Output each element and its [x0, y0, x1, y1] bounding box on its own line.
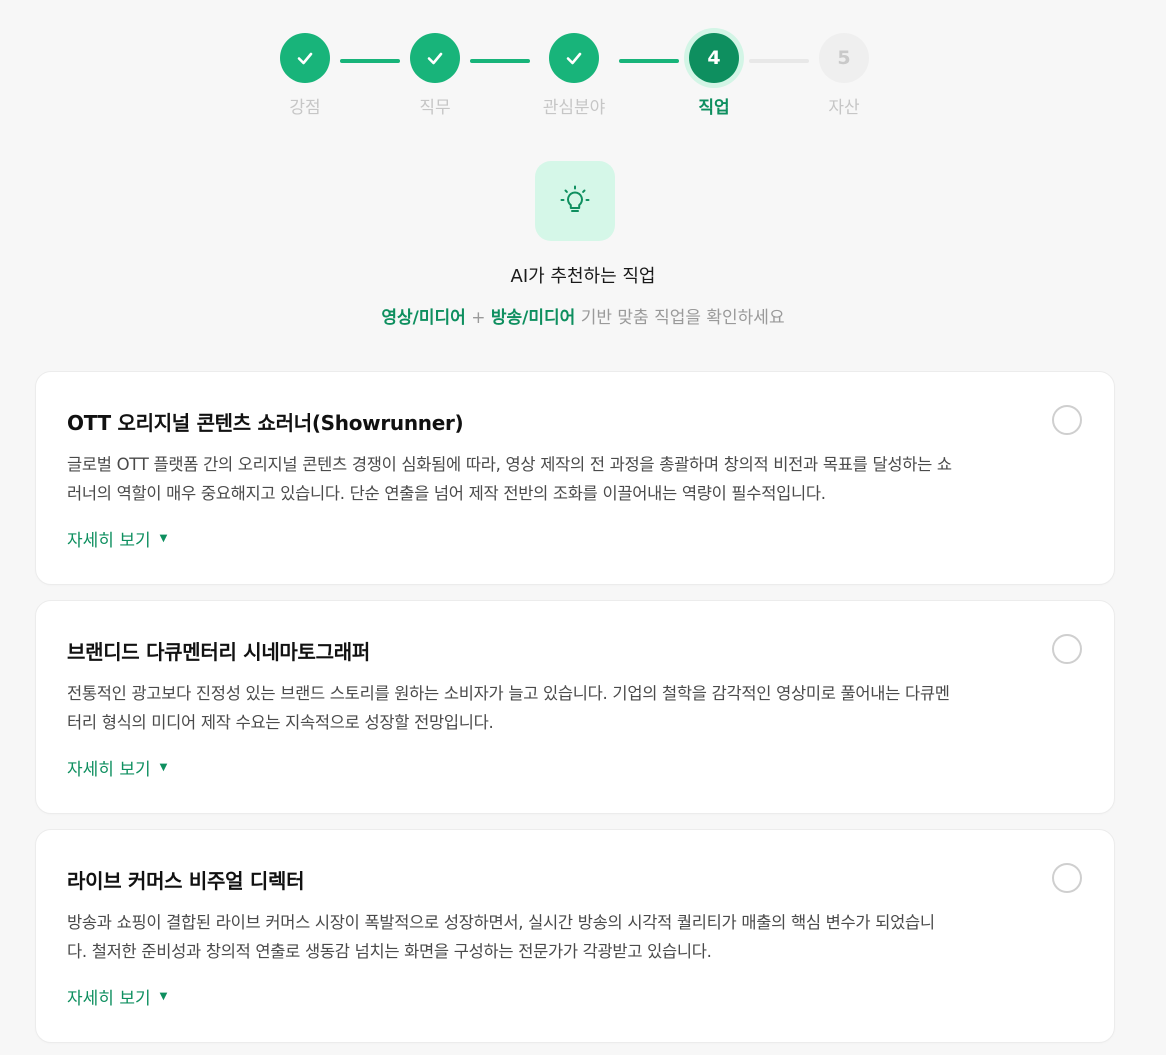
step-circle-5: 5 [819, 33, 869, 83]
subtitle-highlight-video-media: 영상/미디어 [381, 308, 466, 328]
job-card-description-line: 러너의 역할이 매우 중요해지고 있습니다. 단순 연출을 넘어 제작 전반의 … [67, 484, 826, 503]
step-circle-3 [549, 33, 599, 83]
job-card-description: 글로벌 OTT 플랫폼 간의 오리지널 콘텐츠 경쟁이 심화됨에 따라, 영상 … [67, 450, 1087, 508]
step-occupation[interactable]: 4 직업 [654, 33, 774, 118]
step-job-function[interactable]: 직무 [375, 33, 495, 118]
page-title: AI가 추천하는 직업 [510, 266, 656, 287]
caret-down-icon: ▼ [159, 762, 168, 773]
hero-icon-box [535, 161, 615, 241]
job-select-radio[interactable] [1052, 863, 1082, 893]
job-card-description-line: 다. 철저한 준비성과 창의적 연출로 생동감 넘치는 화면을 구성하는 전문가… [67, 942, 712, 961]
see-details-toggle[interactable]: 자세히 보기 ▼ [67, 984, 167, 1009]
job-card-description-line: 전통적인 광고보다 진정성 있는 브랜드 스토리를 원하는 소비자가 늘고 있습… [67, 684, 950, 703]
see-details-toggle[interactable]: 자세히 보기 ▼ [67, 526, 167, 551]
see-details-label: 자세히 보기 [67, 760, 151, 780]
job-card-title: OTT 오리지널 콘텐츠 쇼러너(Showrunner) [67, 411, 464, 435]
step-label: 직업 [698, 98, 730, 118]
job-card-description: 전통적인 광고보다 진정성 있는 브랜드 스토리를 원하는 소비자가 늘고 있습… [67, 679, 1087, 737]
check-icon [566, 52, 582, 65]
step-label: 자산 [828, 98, 860, 118]
job-card-branded-documentary[interactable]: 브랜디드 다큐멘터리 시네마토그래퍼 전통적인 광고보다 진정성 있는 브랜드 … [35, 600, 1115, 814]
job-select-radio[interactable] [1052, 634, 1082, 664]
step-circle-2 [410, 33, 460, 83]
subtitle-rest: 기반 맞춤 직업을 확인하세요 [575, 308, 785, 328]
step-label: 강점 [289, 98, 321, 118]
step-circle-4: 4 [689, 33, 739, 83]
check-icon [427, 52, 443, 65]
check-icon [297, 52, 313, 65]
step-circle-1 [280, 33, 330, 83]
job-card-title: 라이브 커머스 비주얼 디렉터 [67, 869, 305, 893]
job-card-description-line: 터리 형식의 미디어 제작 수요는 지속적으로 성장할 전망입니다. [67, 713, 494, 732]
lightbulb-icon [560, 185, 590, 212]
step-label: 직무 [419, 98, 451, 118]
caret-down-icon: ▼ [159, 533, 168, 544]
step-strengths[interactable]: 강점 [245, 33, 365, 118]
job-select-radio[interactable] [1052, 405, 1082, 435]
step-assets[interactable]: 5 자산 [784, 33, 904, 118]
job-card-ott-showrunner[interactable]: OTT 오리지널 콘텐츠 쇼러너(Showrunner) 글로벌 OTT 플랫폼… [35, 371, 1115, 585]
job-card-description-line: 방송과 쇼핑이 결합된 라이브 커머스 시장이 폭발적으로 성장하면서, 실시간… [67, 913, 935, 932]
job-card-title: 브랜디드 다큐멘터리 시네마토그래퍼 [67, 640, 370, 664]
step-interests[interactable]: 관심분야 [514, 33, 634, 118]
caret-down-icon: ▼ [159, 991, 168, 1002]
subtitle-plus: + [465, 308, 491, 328]
subtitle-highlight-broadcast-media: 방송/미디어 [490, 308, 576, 328]
see-details-label: 자세히 보기 [67, 531, 151, 551]
see-details-label: 자세히 보기 [67, 989, 151, 1009]
job-card-live-commerce[interactable]: 라이브 커머스 비주얼 디렉터 방송과 쇼핑이 결합된 라이브 커머스 시장이 … [35, 829, 1115, 1043]
see-details-toggle[interactable]: 자세히 보기 ▼ [67, 755, 167, 780]
page-subtitle: 영상/미디어 + 방송/미디어 기반 맞춤 직업을 확인하세요 [0, 303, 1166, 328]
job-card-description-line: 글로벌 OTT 플랫폼 간의 오리지널 콘텐츠 경쟁이 심화됨에 따라, 영상 … [67, 455, 952, 474]
job-card-description: 방송과 쇼핑이 결합된 라이브 커머스 시장이 폭발적으로 성장하면서, 실시간… [67, 908, 1087, 966]
progress-stepper: 강점 직무 관심분야 4 직업 5 자산 [0, 0, 1166, 130]
step-label: 관심분야 [542, 98, 606, 118]
